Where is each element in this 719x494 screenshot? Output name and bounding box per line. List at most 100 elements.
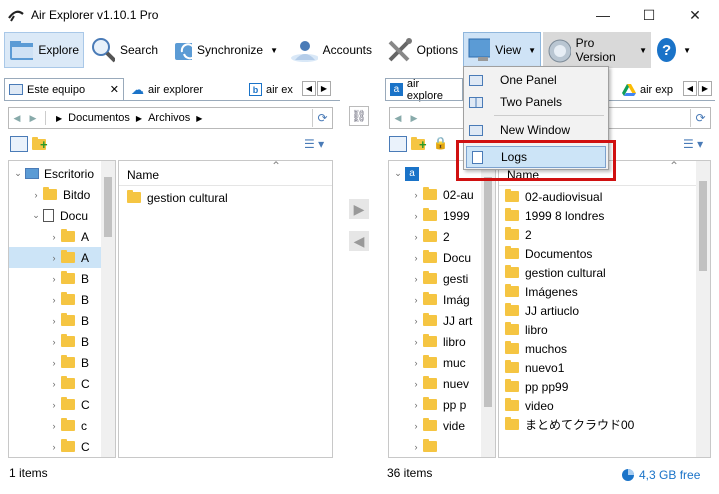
view-mode-icon[interactable]: ☰ ▾ [304,137,324,151]
forward-icon[interactable]: ▶ [25,110,41,126]
view-mode-icon[interactable]: ☰ ▾ [683,137,703,151]
chevron-right-icon[interactable]: › [47,337,61,347]
pro-version-button[interactable]: Pro Version ▼ [543,32,651,68]
tree-node[interactable]: › C [9,436,103,457]
synchronize-button[interactable]: Synchronize ▼ [170,32,282,68]
list-item[interactable]: gestion cultural [127,187,228,208]
list-item[interactable]: muchos [505,339,567,358]
list-item[interactable]: JJ artiuclo [505,301,579,320]
tree-node[interactable]: › 02-au [389,184,483,205]
forward-icon[interactable]: ▶ [406,110,422,126]
help-button[interactable]: ? ▼ [653,32,695,68]
options-button[interactable]: Options [382,32,462,68]
tab-air-explorer[interactable]: ☁ air explorer [126,78,240,100]
chevron-right-icon[interactable]: › [409,442,423,452]
menu-item-one-panel[interactable]: One Panel [466,69,606,91]
tree-node[interactable]: › muc [389,352,483,373]
chevron-right-icon[interactable]: › [47,253,61,263]
chevron-right-icon[interactable]: › [409,274,423,284]
minimize-button[interactable]: — [580,0,626,30]
close-button[interactable]: ✕ [672,0,718,30]
list-item[interactable]: Imágenes [505,282,578,301]
scrollbar[interactable] [101,161,115,457]
list-item[interactable]: pp pp99 [505,377,568,396]
tree-node-root[interactable]: ⌄ a [389,163,419,184]
list-item[interactable]: gestion cultural [505,263,606,282]
tree-node[interactable]: › C [9,394,103,415]
tab-air-ex[interactable]: b air ex [244,78,302,100]
list-item[interactable]: video [505,396,554,415]
link-panels-icon[interactable]: ⛓ [349,106,369,126]
chevron-right-icon[interactable]: › [409,316,423,326]
list-item[interactable]: 2 [505,225,532,244]
tree-node[interactable]: › JJ art [389,310,483,331]
chevron-right-icon[interactable]: › [409,232,423,242]
tree-node[interactable]: ⌄ Escritorio [9,163,103,184]
chevron-right-icon[interactable]: › [409,295,423,305]
scroll-right-icon[interactable]: ▶ [317,81,331,96]
list-item[interactable]: 02-audiovisual [505,187,602,206]
close-tab-icon[interactable]: ✕ [110,83,119,96]
chevron-right-icon[interactable]: › [409,400,423,410]
tree-node[interactable]: › B [9,331,103,352]
tree-node[interactable]: › B [9,268,103,289]
search-button[interactable]: Search [86,32,162,68]
explore-button[interactable]: Explore [4,32,84,68]
accounts-button[interactable]: Accounts [286,32,376,68]
tree-node[interactable]: › C [9,373,103,394]
tree-node[interactable]: › Imág [389,289,483,310]
chevron-right-icon[interactable]: › [47,316,61,326]
tree-node[interactable]: › B [9,310,103,331]
tree-node[interactable]: › vide [389,415,483,436]
chevron-right-icon[interactable]: › [47,421,61,431]
tree-node[interactable]: › Bitdo [9,184,103,205]
chevron-down-icon[interactable]: ⌄ [11,168,25,179]
list-item[interactable]: libro [505,320,548,339]
scroll-right-icon[interactable]: ▶ [698,81,712,96]
tree-node[interactable]: › gesti [389,268,483,289]
list-item[interactable]: Documentos [505,244,592,263]
chevron-right-icon[interactable]: › [409,253,423,263]
maximize-button[interactable]: ☐ [626,0,672,30]
chevron-right-icon[interactable]: › [47,274,61,284]
tree-node[interactable]: › [389,436,483,457]
chevron-right-icon[interactable]: › [409,358,423,368]
tree-node[interactable]: › c [9,415,103,436]
tree-node[interactable]: › B [9,289,103,310]
scroll-left-icon[interactable]: ◀ [683,81,697,96]
view-button[interactable]: View ▼ [463,32,541,68]
scrollbar[interactable] [696,161,710,457]
chevron-right-icon[interactable]: › [409,337,423,347]
tree-node[interactable]: › nuev [389,373,483,394]
back-icon[interactable]: ◀ [9,110,25,126]
scrollbar[interactable] [481,161,495,457]
new-folder-icon[interactable]: + [32,136,50,152]
tab-este-equipo[interactable]: Este equipo ✕ [4,78,124,100]
list-item[interactable]: 1999 8 londres [505,206,604,225]
list-item[interactable]: まとめてクラウド00 [505,415,634,434]
tree-node[interactable]: › 2 [389,226,483,247]
refresh-icon[interactable]: ⟳ [690,109,710,127]
tree-node[interactable]: › A [9,247,103,268]
tree-toggle-icon[interactable] [10,136,28,152]
copy-left-icon[interactable]: ◀ [349,231,369,251]
scroll-left-icon[interactable]: ◀ [302,81,316,96]
chevron-right-icon[interactable]: › [409,190,423,200]
tree-node[interactable]: ⌄ Docu [9,205,103,226]
tab-air-exp[interactable]: air exp [617,78,683,100]
column-header-name[interactable]: Name [127,168,159,182]
chevron-down-icon[interactable]: ⌄ [29,210,43,221]
chevron-right-icon[interactable]: › [47,400,61,410]
chevron-right-icon[interactable]: › [47,358,61,368]
tree-node[interactable]: › B [9,352,103,373]
chevron-right-icon[interactable]: › [47,295,61,305]
chevron-right-icon[interactable]: › [47,379,61,389]
refresh-icon[interactable]: ⟳ [312,109,332,127]
lock-icon[interactable]: 🔒 [433,136,448,152]
tab-air-explore[interactable]: a air explore [385,78,463,102]
tree-node[interactable]: › libro [389,331,483,352]
breadcrumb-item[interactable]: Archivos [148,112,190,124]
tree-node[interactable]: › pp p [389,394,483,415]
chevron-right-icon[interactable]: › [409,421,423,431]
copy-right-icon[interactable]: ▶ [349,199,369,219]
